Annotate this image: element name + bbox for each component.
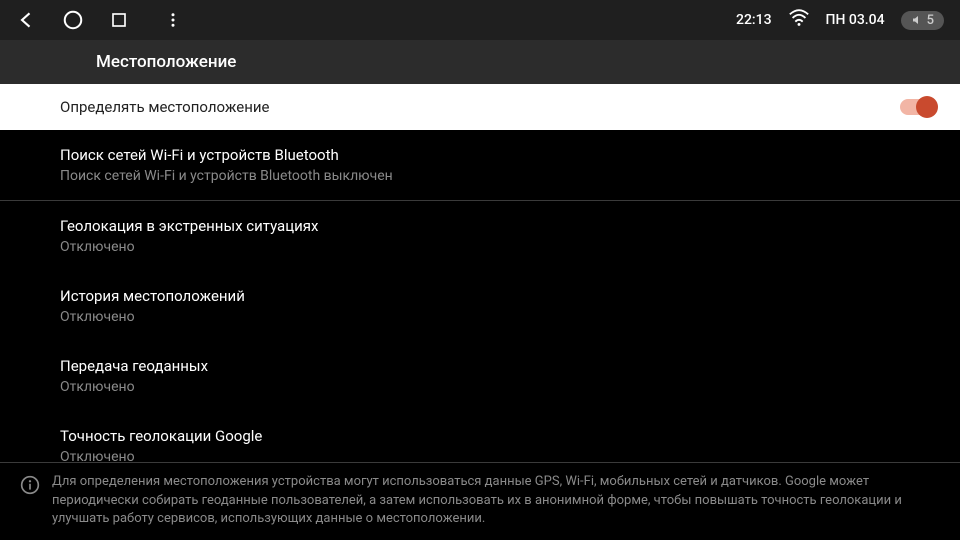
volume-indicator[interactable]: 5 <box>901 11 944 30</box>
item-subtitle: Отключено <box>60 449 936 462</box>
list-item[interactable]: История местоположений Отключено <box>0 271 960 341</box>
volume-value: 5 <box>927 13 934 28</box>
item-subtitle: Отключено <box>60 309 936 325</box>
back-icon[interactable] <box>16 9 38 31</box>
location-toggle-label: Определять местоположение <box>60 98 269 116</box>
item-title: Геолокация в экстренных ситуациях <box>60 217 936 235</box>
item-title: Точность геолокации Google <box>60 427 936 445</box>
info-icon <box>20 475 40 528</box>
location-toggle-row[interactable]: Определять местоположение <box>0 84 960 130</box>
item-subtitle: Отключено <box>60 379 936 395</box>
recents-icon[interactable] <box>108 9 130 31</box>
settings-list: Поиск сетей Wi-Fi и устройств Bluetooth … <box>0 130 960 462</box>
list-item[interactable]: Точность геолокации Google Отключено <box>0 411 960 462</box>
location-toggle-switch[interactable] <box>900 99 936 115</box>
info-footer: Для определения местоположения устройств… <box>0 462 960 540</box>
home-icon[interactable] <box>62 9 84 31</box>
item-subtitle: Поиск сетей Wi-Fi и устройств Bluetooth … <box>60 168 936 184</box>
item-subtitle: Отключено <box>60 239 936 255</box>
overflow-menu-icon[interactable] <box>162 9 184 31</box>
list-item[interactable]: Передача геоданных Отключено <box>0 341 960 411</box>
clock: 22:13 <box>736 12 772 28</box>
date: ПН 03.04 <box>826 12 885 28</box>
list-item[interactable]: Поиск сетей Wi-Fi и устройств Bluetooth … <box>0 130 960 200</box>
item-title: Передача геоданных <box>60 357 936 375</box>
item-title: Поиск сетей Wi-Fi и устройств Bluetooth <box>60 146 936 164</box>
info-text: Для определения местоположения устройств… <box>52 473 944 528</box>
status-bar: 22:13 ПН 03.04 5 <box>0 0 960 40</box>
page-title: Местоположение <box>0 40 960 84</box>
wifi-icon <box>788 7 810 33</box>
list-item[interactable]: Геолокация в экстренных ситуациях Отключ… <box>0 201 960 271</box>
item-title: История местоположений <box>60 287 936 305</box>
